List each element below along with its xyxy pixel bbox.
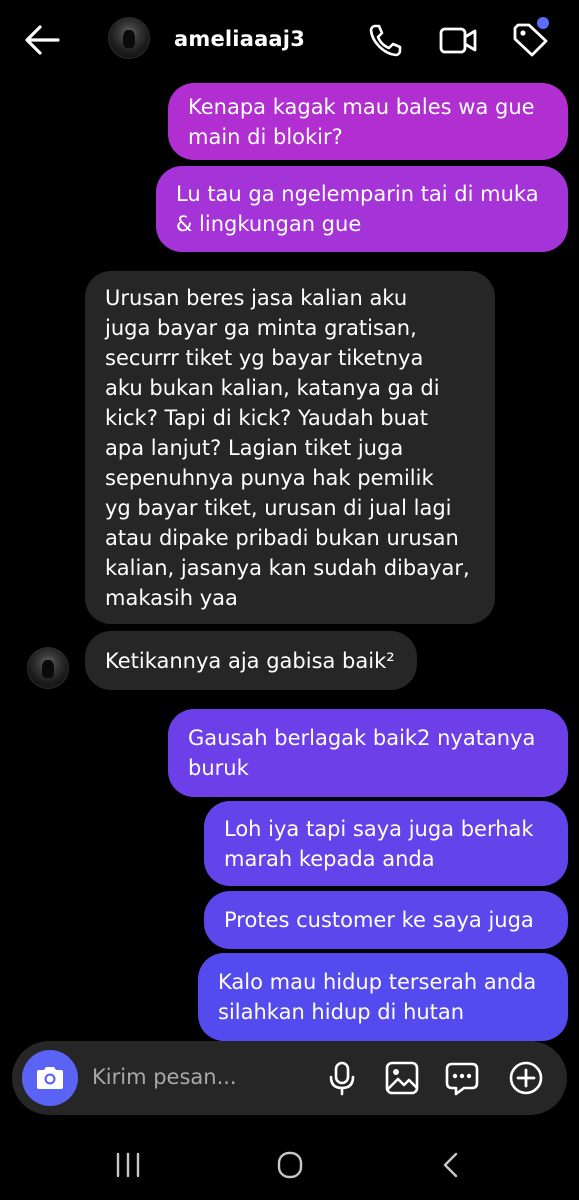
message-input[interactable]: Kirim pesan... bbox=[92, 1065, 237, 1089]
back-arrow-icon[interactable] bbox=[22, 22, 62, 58]
message-bubble-outgoing[interactable]: Kalo mau hidup terserah anda silahkan hi… bbox=[198, 953, 568, 1041]
plus-icon[interactable] bbox=[508, 1060, 544, 1096]
recent-apps-icon[interactable] bbox=[108, 1150, 148, 1180]
phone-icon[interactable] bbox=[366, 20, 406, 60]
message-bubble-outgoing[interactable]: Lu tau ga ngelemparin tai di muka & ling… bbox=[156, 166, 568, 252]
message-bubble-incoming[interactable]: Ketikannya aja gabisa baik² bbox=[85, 631, 417, 690]
home-icon[interactable] bbox=[270, 1150, 310, 1180]
notification-dot bbox=[537, 17, 549, 29]
message-bubble-outgoing[interactable]: Kenapa kagak mau bales wa gue main di bl… bbox=[168, 83, 568, 160]
gallery-icon[interactable] bbox=[384, 1060, 420, 1096]
message-bubble-outgoing[interactable]: Gausah berlagak baik2 nyatanya buruk bbox=[168, 709, 568, 797]
chat-header: ameliaaaj3 bbox=[0, 0, 579, 80]
system-navigation-bar bbox=[0, 1130, 579, 1200]
camera-icon[interactable] bbox=[22, 1050, 78, 1106]
microphone-icon[interactable] bbox=[324, 1060, 360, 1096]
message-bubble-outgoing[interactable]: Loh iya tapi saya juga berhak marah kepa… bbox=[204, 801, 568, 886]
back-icon[interactable] bbox=[432, 1150, 472, 1180]
username[interactable]: ameliaaaj3 bbox=[174, 27, 305, 51]
message-bubble-outgoing[interactable]: Protes customer ke saya juga bbox=[204, 891, 568, 949]
sender-avatar[interactable] bbox=[27, 647, 69, 689]
chat-screen: ameliaaaj3 Kenapa kagak mau bales wa gue… bbox=[0, 0, 579, 1200]
avatar[interactable] bbox=[108, 17, 150, 59]
message-composer: Kirim pesan... bbox=[12, 1041, 567, 1115]
video-camera-icon[interactable] bbox=[438, 20, 478, 60]
message-bubble-incoming[interactable]: Urusan beres jasa kalian aku juga bayar … bbox=[85, 271, 495, 624]
sticker-icon[interactable] bbox=[444, 1060, 480, 1096]
